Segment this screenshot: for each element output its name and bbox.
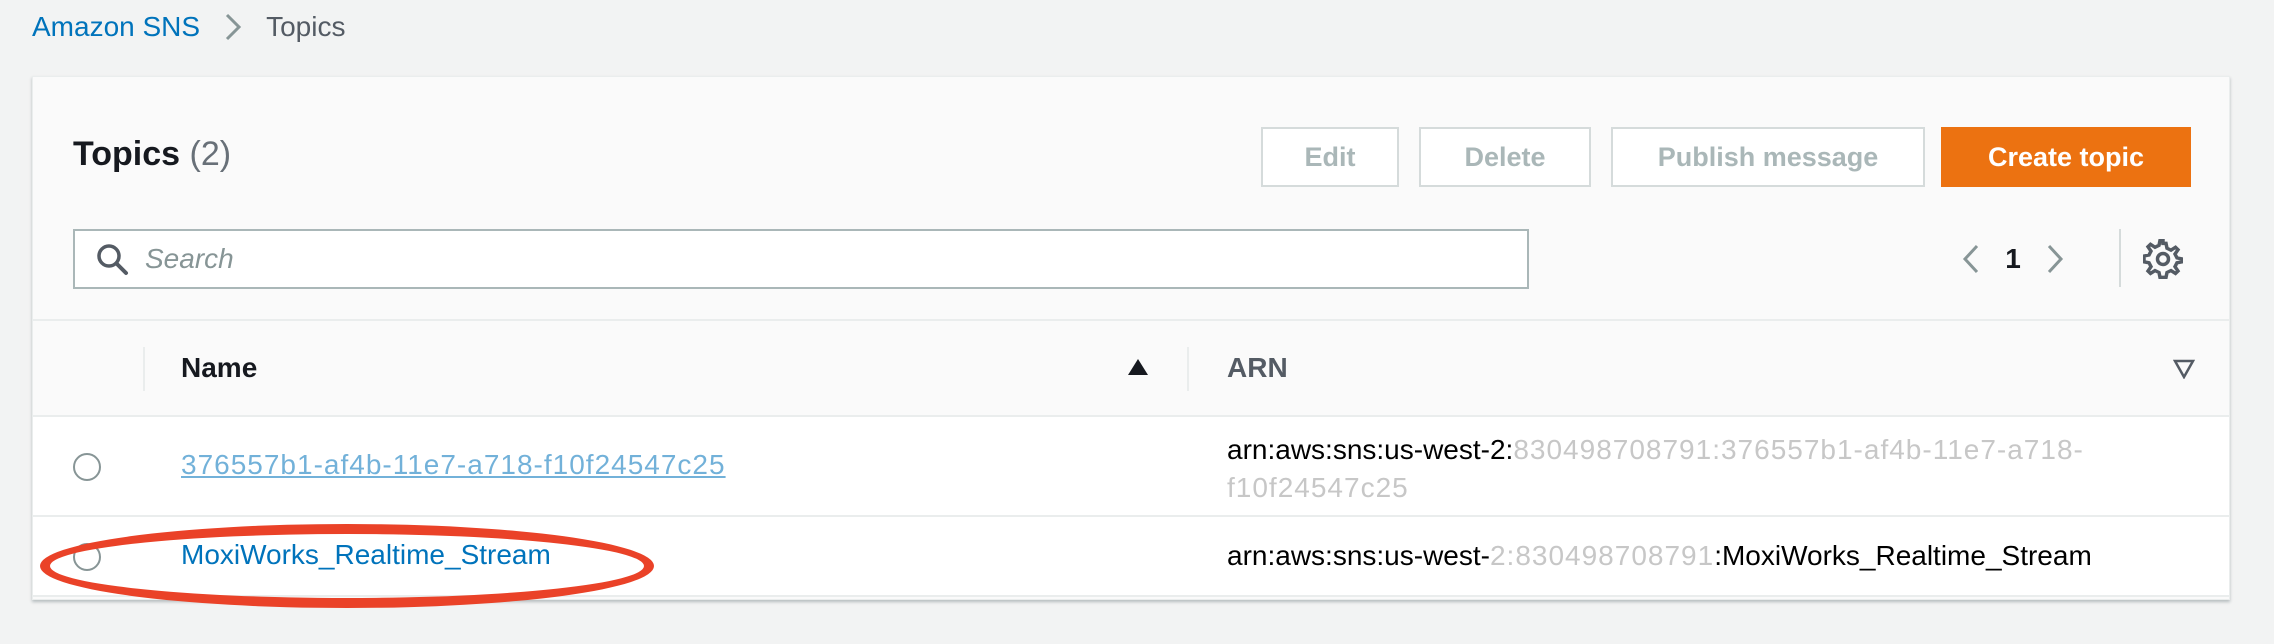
pagination: 1 bbox=[1951, 233, 2075, 285]
publish-message-button[interactable]: Publish message bbox=[1611, 127, 1925, 187]
search-box[interactable] bbox=[73, 229, 1529, 289]
topic-name-link[interactable]: 376557b1-af4b-11e7-a718-f10f24547c25 bbox=[181, 449, 726, 481]
divider bbox=[2119, 229, 2121, 287]
table-row[interactable]: 376557b1-af4b-11e7-a718-f10f24547c25 arn… bbox=[33, 417, 2229, 517]
column-header-name[interactable]: Name bbox=[181, 321, 257, 415]
create-topic-button[interactable]: Create topic bbox=[1941, 127, 2191, 187]
chevron-right-icon[interactable] bbox=[2035, 233, 2075, 285]
caret-down-outline-icon[interactable] bbox=[2173, 359, 2195, 379]
table-header: Name ARN bbox=[33, 319, 2229, 417]
current-page-number[interactable]: 1 bbox=[1991, 243, 2035, 275]
row-radio[interactable] bbox=[73, 453, 101, 481]
search-icon bbox=[97, 244, 128, 275]
breadcrumb-amazon-sns-link[interactable]: Amazon SNS bbox=[32, 11, 200, 43]
column-divider bbox=[1187, 347, 1189, 391]
caret-up-icon[interactable] bbox=[1127, 357, 1149, 377]
delete-button[interactable]: Delete bbox=[1419, 127, 1591, 187]
search-input[interactable] bbox=[145, 243, 1445, 275]
topic-arn: arn:aws:sns:us-west-2:830498708791:37655… bbox=[1227, 431, 2127, 507]
table-row[interactable]: MoxiWorks_Realtime_Stream arn:aws:sns:us… bbox=[33, 517, 2229, 597]
arn-redacted: 2:830498708791 bbox=[1489, 540, 1715, 571]
chevron-left-icon[interactable] bbox=[1951, 233, 1991, 285]
chevron-right-icon bbox=[224, 12, 242, 42]
column-divider bbox=[143, 347, 145, 391]
arn-prefix: arn:aws:sns:us-west- bbox=[1227, 540, 1490, 571]
topics-table: Name ARN 376557b1-af4b-11e7-a718-f10f245… bbox=[33, 319, 2229, 597]
column-header-arn[interactable]: ARN bbox=[1227, 321, 1288, 415]
gear-icon[interactable] bbox=[2143, 239, 2183, 279]
page-title-text: Topics bbox=[73, 135, 181, 173]
row-radio[interactable] bbox=[73, 543, 101, 571]
page-title: Topics (2) bbox=[73, 135, 231, 174]
edit-button[interactable]: Edit bbox=[1261, 127, 1399, 187]
topic-count: (2) bbox=[189, 135, 232, 173]
topics-panel: Topics (2) Edit Delete Publish message C… bbox=[32, 76, 2230, 600]
arn-prefix: arn:aws:sns:us-west-2: bbox=[1227, 434, 1514, 465]
breadcrumb-current: Topics bbox=[266, 11, 346, 42]
breadcrumb: Amazon SNS Topics bbox=[32, 8, 345, 46]
topic-arn: arn:aws:sns:us-west-2:830498708791:MoxiW… bbox=[1227, 537, 2092, 575]
arn-suffix: :MoxiWorks_Realtime_Stream bbox=[1714, 540, 2092, 571]
topic-name-link[interactable]: MoxiWorks_Realtime_Stream bbox=[181, 539, 551, 571]
